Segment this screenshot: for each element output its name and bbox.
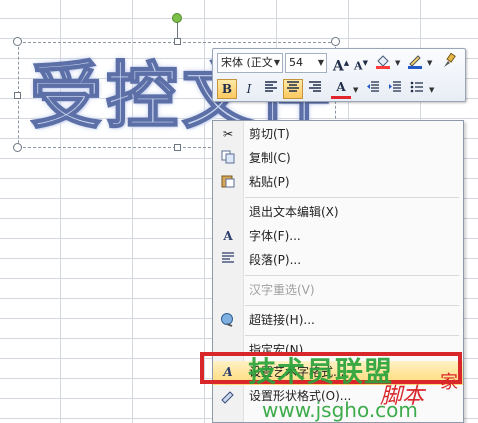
increase-indent-icon: [389, 81, 401, 92]
menu-separator: [245, 275, 459, 276]
format-painter-button[interactable]: [439, 52, 459, 73]
menu-item-hyperlink[interactable]: 超链接(H)...: [213, 309, 463, 331]
font-name-select[interactable]: 宋体 (正文 ▼: [217, 53, 283, 73]
menu-item-exit-text-edit[interactable]: 退出文本编辑(X): [213, 201, 463, 223]
menu-item-cut[interactable]: ✂ 剪切(T): [213, 123, 463, 145]
increase-indent-button[interactable]: [385, 79, 405, 99]
bullets-button[interactable]: [407, 79, 427, 99]
align-left-button[interactable]: [261, 79, 281, 99]
rotation-handle[interactable]: [172, 13, 182, 23]
resize-handle-top[interactable]: [174, 38, 181, 45]
paste-icon: [220, 174, 236, 190]
paint-bucket-icon: [376, 55, 390, 69]
decrease-indent-icon: [367, 81, 379, 92]
italic-button[interactable]: I: [239, 79, 259, 99]
menu-item-font[interactable]: A 字体(F)...: [213, 225, 463, 247]
paragraph-icon: [220, 252, 236, 268]
chevron-down-icon: ▼: [317, 58, 324, 67]
resize-handle-left[interactable]: [14, 92, 21, 99]
font-name-value: 宋体 (正文: [221, 56, 273, 69]
align-right-icon: [309, 81, 321, 92]
align-left-icon: [265, 81, 277, 92]
chevron-down-icon[interactable]: ▼: [353, 86, 358, 94]
align-center-button[interactable]: [283, 79, 303, 99]
chevron-down-icon[interactable]: ▼: [427, 59, 432, 67]
menu-item-copy[interactable]: 复制(C): [213, 147, 463, 169]
decrease-indent-button[interactable]: [363, 79, 383, 99]
font-color-button[interactable]: A: [331, 79, 351, 99]
pen-icon: [408, 55, 422, 69]
resize-handle-bottom[interactable]: [174, 144, 181, 151]
resize-handle-top-left[interactable]: [13, 37, 22, 46]
menu-separator: [245, 197, 459, 198]
menu-item-paragraph[interactable]: 段落(P)...: [213, 249, 463, 271]
shrink-font-button[interactable]: A▼: [351, 53, 371, 73]
watermark-brand: 技术员联盟: [248, 355, 394, 388]
chevron-down-icon: ▼: [273, 58, 280, 67]
watermark-jia: 家: [440, 372, 458, 393]
highlight-color-button[interactable]: [373, 53, 393, 73]
scissors-icon: ✂: [222, 127, 234, 141]
bold-button[interactable]: B: [217, 79, 237, 99]
bullet-list-icon: [410, 81, 423, 93]
hyperlink-icon: [220, 312, 236, 328]
font-size-select[interactable]: 54 ▼: [285, 53, 327, 73]
line-color-button[interactable]: [405, 53, 425, 73]
menu-separator: [245, 335, 459, 336]
watermark-url: www.jsgho.com: [262, 398, 418, 422]
font-icon: A: [223, 229, 233, 243]
menu-separator: [245, 305, 459, 306]
resize-handle-top-right[interactable]: [331, 37, 340, 46]
align-right-button[interactable]: [305, 79, 325, 99]
chevron-down-icon[interactable]: ▼: [429, 86, 434, 94]
align-center-icon: [287, 81, 299, 92]
mini-toolbar: 宋体 (正文 ▼ 54 ▼ A▲ A▼ ▼ ▼ B I A ▼ ▼: [212, 48, 466, 102]
font-size-value: 54: [289, 56, 303, 69]
brush-icon: [444, 52, 456, 67]
shape-format-icon: [220, 388, 236, 404]
menu-item-paste[interactable]: 粘贴(P): [213, 171, 463, 193]
grow-font-button[interactable]: A▲: [331, 53, 351, 75]
resize-handle-bottom-left[interactable]: [13, 143, 22, 152]
menu-item-reconvert: 汉字重选(V): [249, 283, 315, 297]
chevron-down-icon[interactable]: ▼: [395, 59, 400, 67]
copy-icon: [220, 150, 236, 166]
